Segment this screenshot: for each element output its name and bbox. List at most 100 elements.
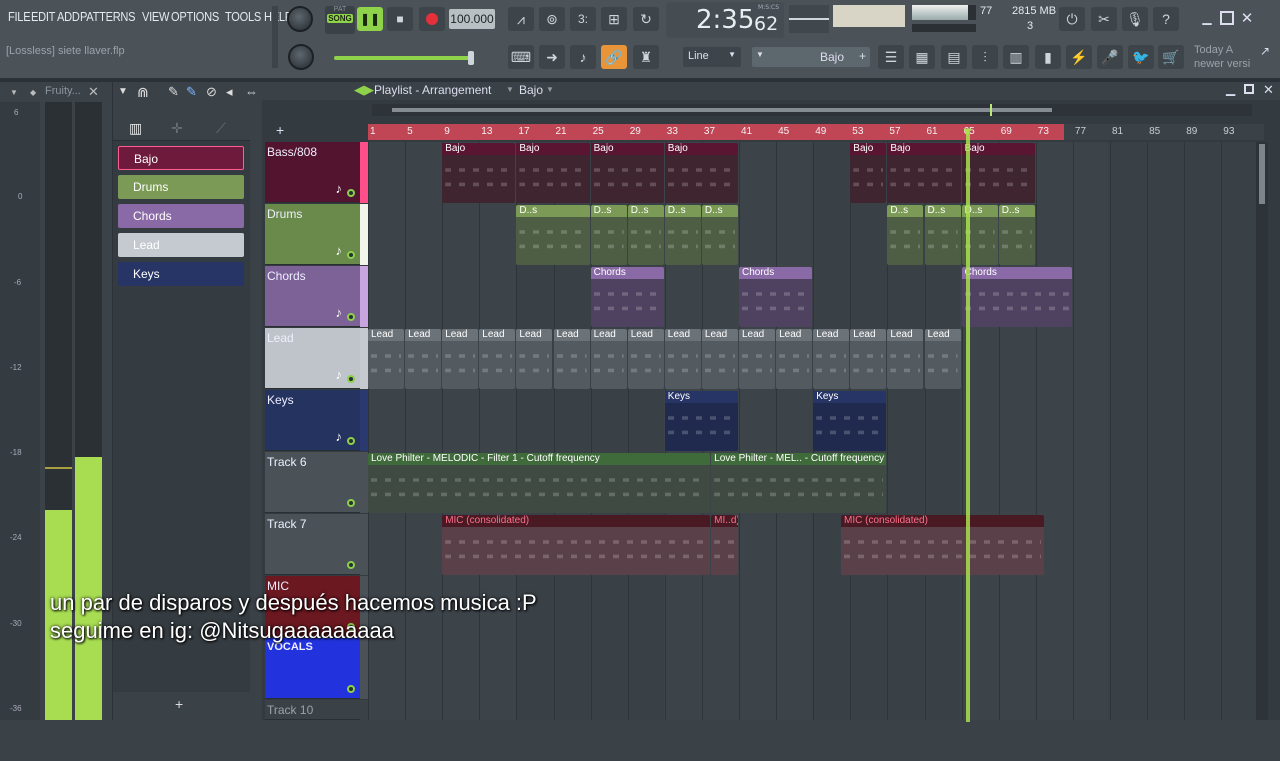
master-volume-slider[interactable] bbox=[334, 51, 474, 65]
metronome-icon[interactable]: ⩘ bbox=[508, 7, 534, 31]
track-header-7[interactable]: Track 7 bbox=[265, 514, 360, 575]
time-display[interactable]: 2:35 M:S:CS 62 bbox=[666, 2, 784, 38]
clip-drums[interactable]: D..s bbox=[924, 205, 961, 265]
menu-tools[interactable]: TOOLS bbox=[225, 9, 261, 24]
restore-icon[interactable] bbox=[1220, 11, 1234, 25]
clip-drums[interactable]: D..s bbox=[887, 205, 924, 265]
track-header-2[interactable]: Drums ♪ bbox=[265, 204, 360, 265]
clip-lead[interactable]: Lead bbox=[442, 329, 479, 389]
menu-patterns[interactable]: PATTERNS bbox=[80, 9, 136, 24]
menu-options[interactable]: OPTIONS bbox=[171, 9, 219, 24]
clip-lead[interactable]: Lead bbox=[776, 329, 813, 389]
clip-lead[interactable]: Lead bbox=[627, 329, 664, 389]
master-pitch-knob[interactable] bbox=[288, 44, 314, 70]
playlist-close-icon[interactable]: ✕ bbox=[1263, 82, 1274, 98]
mute-tool-icon[interactable]: ◂ bbox=[226, 84, 233, 100]
picker-add-icon[interactable]: + bbox=[175, 696, 183, 712]
playhead[interactable]: ▼ bbox=[961, 124, 974, 722]
track-header-4[interactable]: Lead ♪ bbox=[265, 328, 360, 389]
track-enable-toggle[interactable] bbox=[347, 561, 355, 569]
stop-button[interactable]: ■ bbox=[387, 7, 413, 31]
magnet-icon[interactable]: ⋒ bbox=[137, 84, 149, 101]
clip-lead[interactable]: Lead bbox=[405, 329, 442, 389]
picker-item-chords[interactable]: Chords bbox=[118, 204, 244, 228]
clip-bajo[interactable]: Bajo bbox=[664, 143, 738, 203]
minimize-icon[interactable]: ▁ bbox=[1200, 11, 1214, 25]
pattern-picker-icon[interactable]: ▥ bbox=[129, 120, 142, 137]
audio-picker-icon[interactable]: ✛ bbox=[171, 120, 183, 137]
clip-chords[interactable]: Chords bbox=[590, 267, 664, 327]
clip-lead[interactable]: Lead bbox=[368, 329, 405, 389]
master-volume-knob[interactable] bbox=[287, 6, 313, 32]
track-header-1[interactable]: Bass/808 ♪ bbox=[265, 142, 360, 203]
step-edit-icon[interactable]: ⊞ bbox=[601, 7, 627, 31]
menu-scroll-handle[interactable] bbox=[272, 6, 278, 68]
clip-lead[interactable]: Lead bbox=[813, 329, 850, 389]
clip-bajo[interactable]: Bajo bbox=[590, 143, 664, 203]
clip-lead[interactable]: Lead bbox=[516, 329, 553, 389]
mic-icon[interactable]: 🎙 bbox=[1122, 7, 1148, 31]
clip-drums[interactable]: D..s bbox=[516, 205, 590, 265]
playlist-menu-icon[interactable]: ▼ bbox=[118, 86, 128, 97]
track-enable-toggle[interactable] bbox=[347, 437, 355, 445]
clip-drums[interactable]: D..s bbox=[701, 205, 738, 265]
clip-drums[interactable]: D..s bbox=[590, 205, 627, 265]
track-enable-toggle[interactable] bbox=[347, 313, 355, 321]
pattern-select[interactable]: Bajo ▼ + bbox=[752, 47, 870, 67]
clip-bajo[interactable]: Bajo bbox=[850, 143, 887, 203]
track-header-6[interactable]: Track 6 bbox=[265, 452, 360, 513]
playlist-minimize-icon[interactable]: ▁ bbox=[1226, 82, 1235, 96]
master-volume-handle[interactable] bbox=[468, 51, 474, 65]
playlist-arrow-icon[interactable]: ◀▶ bbox=[354, 82, 374, 98]
channel-rack-icon[interactable]: ▤ bbox=[941, 45, 967, 69]
pat-song-toggle[interactable]: PAT SONG bbox=[325, 6, 355, 34]
clip-chords[interactable]: Chords bbox=[961, 267, 1072, 327]
hint-arrow-icon[interactable]: ↗ bbox=[1260, 44, 1270, 58]
wait-input-icon[interactable]: ⊚ bbox=[539, 7, 565, 31]
stamp-icon[interactable]: ♜ bbox=[633, 45, 659, 69]
playlist-icon[interactable]: ☰ bbox=[878, 45, 904, 69]
menu-edit[interactable]: EDIT bbox=[31, 9, 55, 24]
countdown-icon[interactable]: 3: bbox=[570, 7, 596, 31]
playlist-pattern-chevron-icon[interactable]: ▼ bbox=[546, 85, 554, 94]
clip-drums[interactable]: D..s bbox=[664, 205, 701, 265]
snap-select[interactable]: Line ▼ bbox=[683, 47, 741, 67]
typing-keyboard-icon[interactable]: ⌨ bbox=[508, 45, 534, 69]
record-button[interactable] bbox=[419, 7, 445, 31]
clip-keys[interactable]: Keys bbox=[813, 391, 887, 451]
clip-lead[interactable]: Lead bbox=[590, 329, 627, 389]
plugin-icon[interactable]: ⚡ bbox=[1066, 45, 1092, 69]
track-header-5[interactable]: Keys ♪ bbox=[265, 390, 360, 451]
close-icon[interactable]: ✕ bbox=[1240, 9, 1254, 27]
clip-chords[interactable]: Chords bbox=[739, 267, 813, 327]
play-button[interactable]: ❚❚ bbox=[357, 7, 383, 31]
vertical-scrollbar[interactable] bbox=[1256, 142, 1268, 720]
clip-mic-3[interactable]: MIC (consolidated) bbox=[841, 515, 1045, 575]
clip-keys[interactable]: Keys bbox=[664, 391, 738, 451]
track-header-3[interactable]: Chords ♪ bbox=[265, 266, 360, 327]
clip-lead[interactable]: Lead bbox=[479, 329, 516, 389]
shop-icon[interactable]: 🛒 bbox=[1158, 45, 1184, 69]
loop-record-icon[interactable]: ↻ bbox=[633, 7, 659, 31]
clip-lead[interactable]: Lead bbox=[739, 329, 776, 389]
timeline-ruler[interactable] bbox=[368, 124, 1064, 140]
tempo-display[interactable]: 100.000 bbox=[449, 9, 495, 29]
channel-panel-chevron-icon[interactable]: ◆ bbox=[30, 88, 36, 97]
clip-drums[interactable]: D..s bbox=[627, 205, 664, 265]
help-icon[interactable]: ? bbox=[1153, 7, 1179, 31]
track-header-9[interactable]: VOCALS bbox=[265, 638, 360, 699]
track-enable-toggle[interactable] bbox=[347, 375, 355, 383]
clip-lead[interactable]: Lead bbox=[701, 329, 738, 389]
clip-mic-1[interactable]: MIC (consolidated) bbox=[442, 515, 711, 575]
tools-icon[interactable]: ✂ bbox=[1091, 7, 1117, 31]
vertical-scroll-thumb[interactable] bbox=[1259, 144, 1265, 204]
clip-drums[interactable]: D..s bbox=[998, 205, 1035, 265]
menu-view[interactable]: VIEW bbox=[142, 9, 169, 24]
mixer-icon[interactable]: ⫶ bbox=[972, 45, 998, 69]
clip-lead[interactable]: Lead bbox=[887, 329, 924, 389]
clip-lead[interactable]: Lead bbox=[924, 329, 961, 389]
clip-lead[interactable]: Lead bbox=[664, 329, 701, 389]
horizontal-scrollbar[interactable] bbox=[372, 104, 1252, 116]
clip-automation-2[interactable]: Love Philter - MEL.. - Cutoff frequency bbox=[711, 453, 887, 513]
menu-file[interactable]: FILE bbox=[8, 9, 31, 24]
